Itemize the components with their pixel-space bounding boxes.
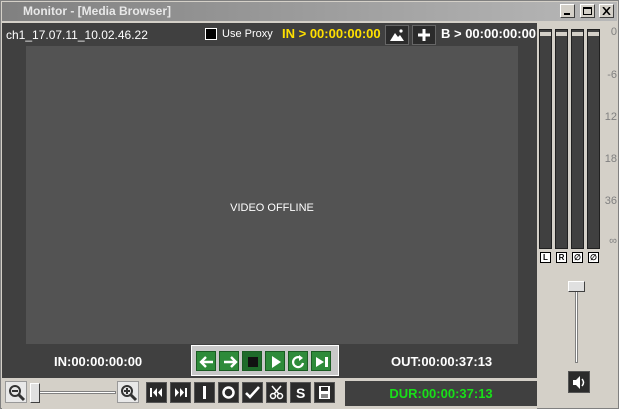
audio-meter-l xyxy=(539,29,552,249)
loop-button[interactable] xyxy=(288,351,308,371)
audio-meters: L R ∅ ∅ 0 -6 12 18 36 ∞ xyxy=(537,23,618,263)
timecode-bar: IN:00:00:00:00 OUT:00:00:37:13 xyxy=(2,344,537,378)
stop-button[interactable] xyxy=(242,351,262,371)
confirm-button[interactable] xyxy=(242,382,263,403)
meter-label-l[interactable]: L xyxy=(540,252,551,263)
mute-button[interactable] xyxy=(568,371,590,393)
scale-label: 36 xyxy=(604,195,617,207)
meter-label-4[interactable]: ∅ xyxy=(588,252,599,263)
monitor-toolbar: ch1_17.07.11_10.02.46.22 Use Proxy IN > … xyxy=(2,23,537,46)
scale-label: 12 xyxy=(604,111,617,123)
volume-slider-track[interactable] xyxy=(575,283,578,363)
mark-out-button[interactable] xyxy=(218,382,239,403)
play-to-end-button[interactable] xyxy=(311,351,331,371)
close-button[interactable] xyxy=(599,4,614,18)
snapshot-button[interactable] xyxy=(385,25,409,45)
editing-toolbar: S DUR:00:00:37:13 xyxy=(2,378,537,409)
go-to-start-button[interactable] xyxy=(146,382,167,403)
step-forward-button[interactable] xyxy=(219,351,239,371)
scale-label: 0 xyxy=(610,26,617,38)
b-timecode: B > 00:00:00:00 xyxy=(441,26,537,41)
in-timecode: IN > 00:00:00:00 xyxy=(282,26,381,41)
maximize-button[interactable] xyxy=(579,4,595,18)
zoom-in-button[interactable] xyxy=(117,381,139,403)
clip-name: ch1_17.07.11_10.02.46.22 xyxy=(6,28,148,42)
duration-display: DUR:00:00:37:13 xyxy=(345,381,537,406)
save-button[interactable] xyxy=(314,382,335,403)
volume-control xyxy=(537,263,618,409)
audio-meter-r xyxy=(555,29,568,249)
use-proxy-label: Use Proxy xyxy=(222,28,273,40)
go-to-end-button[interactable] xyxy=(170,382,191,403)
volume-slider-thumb[interactable] xyxy=(568,281,585,292)
scale-label: -6 xyxy=(607,69,617,81)
meter-label-r[interactable]: R xyxy=(556,252,567,263)
meter-scale: 0 -6 12 18 36 ∞ xyxy=(602,23,618,253)
in-label: IN:00:00:00:00 xyxy=(54,354,143,369)
svg-text:S: S xyxy=(296,385,305,400)
use-proxy-checkbox[interactable] xyxy=(205,28,217,40)
monitor-window: Monitor - [Media Browser] ch1_17.07.11_1… xyxy=(0,0,619,409)
video-status: VIDEO OFFLINE xyxy=(230,202,314,214)
window-title: Monitor - [Media Browser] xyxy=(23,4,172,18)
title-bar: Monitor - [Media Browser] xyxy=(2,2,617,21)
zoom-slider-thumb[interactable] xyxy=(30,383,40,403)
minimize-button[interactable] xyxy=(560,4,576,18)
add-button[interactable] xyxy=(412,25,436,45)
audio-meter-3 xyxy=(571,29,584,249)
scale-label: ∞ xyxy=(609,235,617,247)
play-button[interactable] xyxy=(265,351,285,371)
scale-label: 18 xyxy=(604,153,617,165)
zoom-slider-track[interactable] xyxy=(36,391,116,394)
audio-meter-4 xyxy=(587,29,600,249)
mark-in-button[interactable] xyxy=(194,382,215,403)
out-label: OUT:00:00:37:13 xyxy=(391,354,493,369)
monitor-area: ch1_17.07.11_10.02.46.22 Use Proxy IN > … xyxy=(2,23,537,375)
window-controls xyxy=(559,4,614,19)
subclip-button[interactable]: S xyxy=(290,382,311,403)
meter-label-3[interactable]: ∅ xyxy=(572,252,583,263)
step-back-button[interactable] xyxy=(196,351,216,371)
zoom-out-button[interactable] xyxy=(5,381,27,403)
transport-controls xyxy=(191,345,339,376)
video-viewer: VIDEO OFFLINE xyxy=(26,46,518,346)
cut-button[interactable] xyxy=(266,382,287,403)
